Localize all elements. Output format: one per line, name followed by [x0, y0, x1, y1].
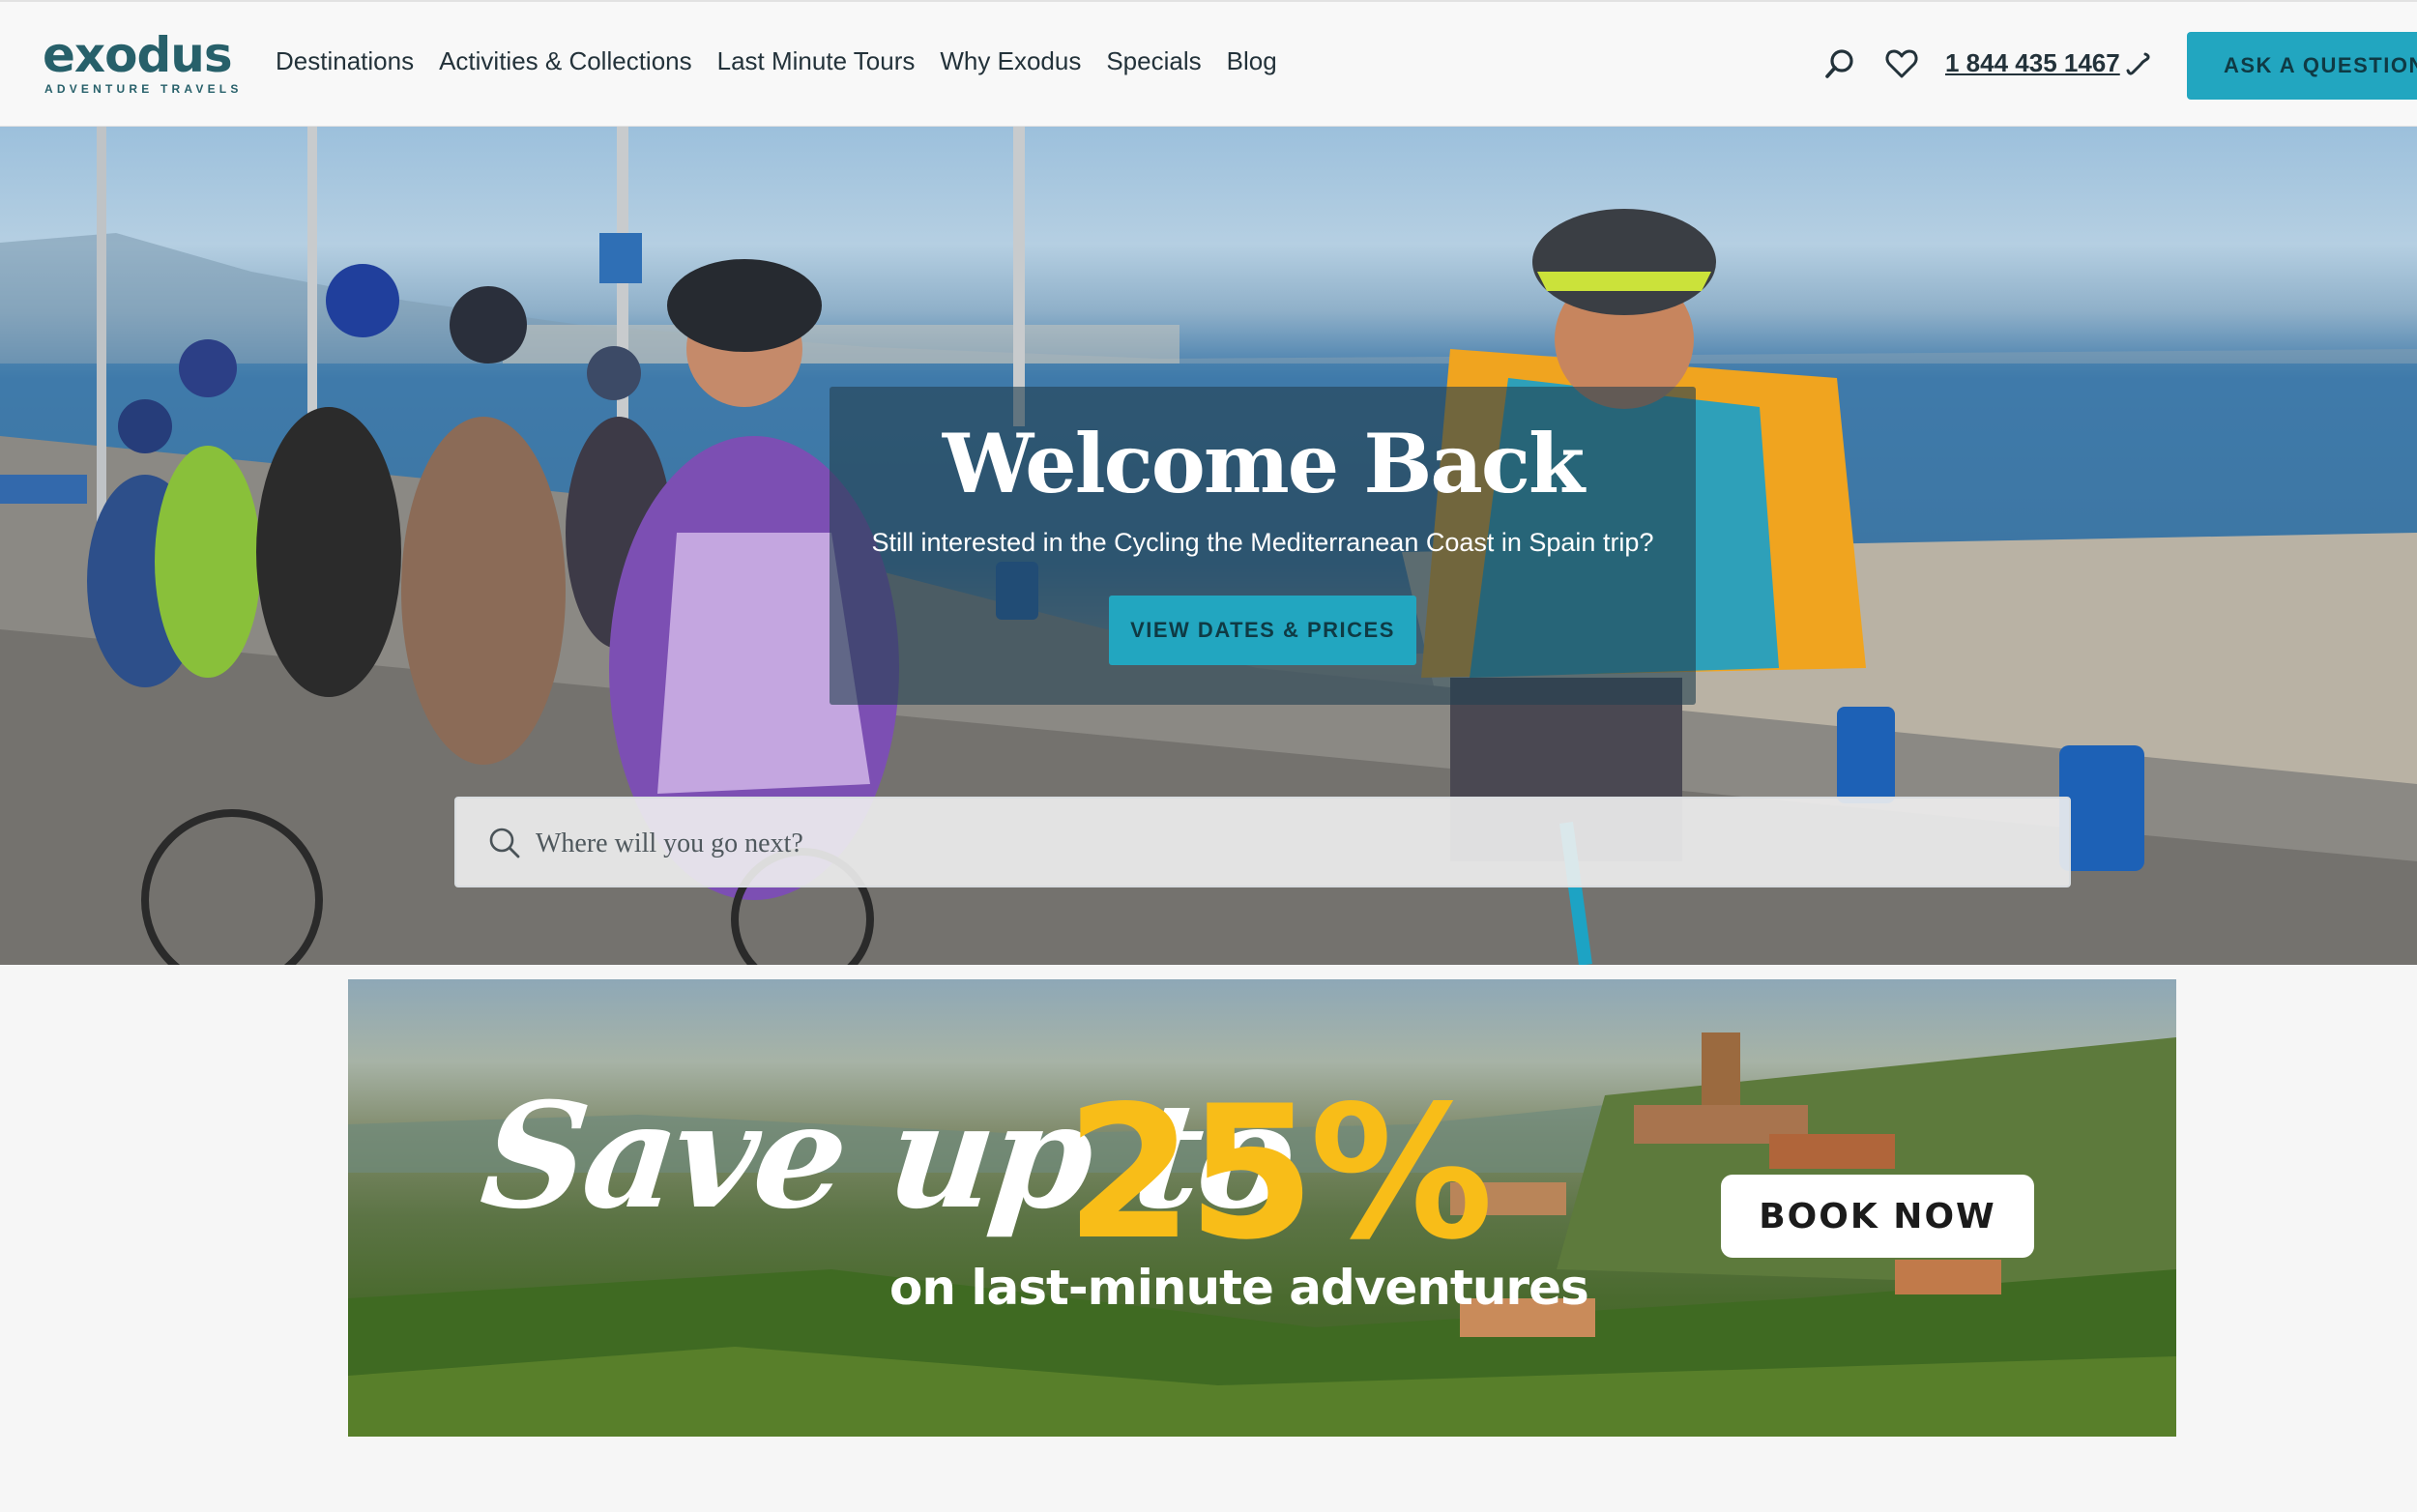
nav-why-exodus[interactable]: Why Exodus: [940, 46, 1081, 76]
last-minute-promo-banner[interactable]: Save up to 25% on last-minute adventures…: [348, 979, 2176, 1437]
nav-last-minute-tours[interactable]: Last Minute Tours: [717, 46, 916, 76]
book-now-button[interactable]: BOOK NOW: [1721, 1175, 2034, 1258]
nav-destinations[interactable]: Destinations: [276, 46, 414, 76]
welcome-subtitle: Still interested in the Cycling the Medi…: [871, 528, 1654, 557]
nav-activities-collections[interactable]: Activities & Collections: [439, 46, 692, 76]
phone-icon: [2126, 52, 2150, 75]
phone-link[interactable]: 1 844 435 1467: [1945, 48, 2151, 78]
phone-number: 1 844 435 1467: [1945, 48, 2120, 77]
ask-a-question-button[interactable]: ASK A QUESTION: [2187, 32, 2417, 100]
exodus-logo[interactable]: exodus ADVENTURE TRAVELS: [43, 27, 238, 99]
welcome-title: Welcome Back: [942, 416, 1585, 511]
destination-search-input[interactable]: [534, 818, 1988, 870]
heart-icon[interactable]: [1884, 46, 1919, 81]
destination-search: [454, 797, 2071, 887]
search-icon: [489, 828, 520, 858]
welcome-back-panel: Welcome Back Still interested in the Cyc…: [830, 387, 1696, 705]
nav-blog[interactable]: Blog: [1227, 46, 1277, 76]
view-dates-prices-button[interactable]: VIEW DATES & PRICES: [1109, 596, 1416, 665]
logo-wordmark: exodus: [43, 27, 233, 83]
logo-tagline: ADVENTURE TRAVELS: [44, 82, 243, 96]
hero-banner: Welcome Back Still interested in the Cyc…: [0, 127, 2417, 965]
promo-tagline: on last-minute adventures: [889, 1260, 1589, 1316]
promo-percent: 25%: [1065, 1066, 1494, 1280]
main-nav: Destinations Activities & Collections La…: [276, 46, 1302, 76]
nav-specials[interactable]: Specials: [1106, 46, 1201, 76]
search-icon[interactable]: [1822, 46, 1857, 81]
site-header: exodus ADVENTURE TRAVELS Destinations Ac…: [0, 0, 2417, 127]
